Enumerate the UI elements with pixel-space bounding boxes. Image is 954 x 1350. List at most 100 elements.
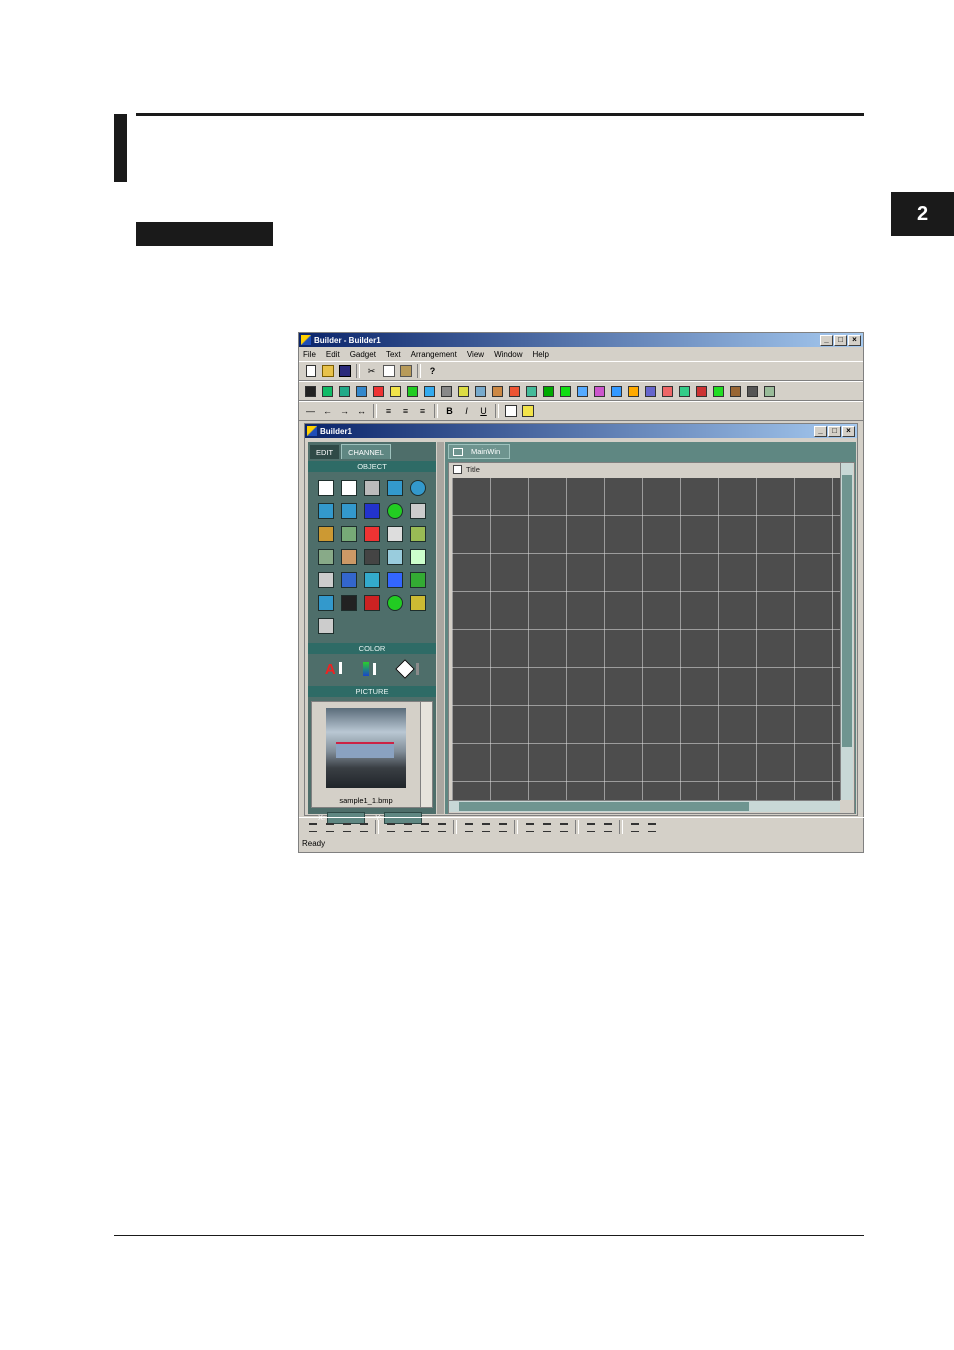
numeric-icon[interactable] [524, 384, 539, 398]
same-width-icon[interactable] [627, 820, 642, 834]
color-button-icon[interactable] [677, 384, 692, 398]
close-button[interactable]: × [848, 334, 861, 346]
graph-icon[interactable] [575, 384, 590, 398]
rect-icon[interactable] [354, 384, 369, 398]
multi-2-icon[interactable] [360, 568, 383, 591]
bar-icon[interactable] [314, 522, 337, 545]
align-right-icon[interactable] [495, 820, 510, 834]
line-icon[interactable] [337, 384, 352, 398]
minimize-button[interactable]: _ [820, 334, 833, 346]
multi-3-icon[interactable] [383, 568, 406, 591]
cut-icon[interactable]: ✂ [364, 364, 379, 378]
arrow-left-icon[interactable]: ← [320, 404, 335, 418]
pointer-icon[interactable] [314, 476, 337, 499]
paste-icon[interactable] [398, 364, 413, 378]
image-icon[interactable] [406, 545, 429, 568]
ellipse-icon[interactable] [406, 476, 429, 499]
menu-gadget[interactable]: Gadget [350, 350, 376, 359]
bitmap-icon[interactable] [422, 384, 437, 398]
indicator-icon[interactable] [711, 384, 726, 398]
menu-text[interactable]: Text [386, 350, 401, 359]
align-top-icon[interactable] [305, 820, 320, 834]
lamp-green-icon[interactable] [383, 591, 406, 614]
button-icon[interactable] [660, 384, 675, 398]
meter-icon[interactable] [337, 522, 360, 545]
polygon-icon[interactable] [405, 384, 420, 398]
align-middle-icon[interactable] [322, 820, 337, 834]
arc-icon[interactable] [388, 384, 403, 398]
menu-view[interactable]: View [467, 350, 484, 359]
distribute-center-icon[interactable] [539, 820, 554, 834]
inner-titlebar[interactable]: Builder1 _ □ × [305, 424, 857, 438]
lamp-icon[interactable] [383, 499, 406, 522]
new-icon[interactable] [303, 364, 318, 378]
alarm-icon[interactable] [728, 384, 743, 398]
tab-channel[interactable]: CHANNEL [341, 444, 391, 459]
label-icon[interactable] [337, 545, 360, 568]
inner-close-button[interactable]: × [842, 425, 855, 437]
ungroup-icon[interactable] [400, 820, 415, 834]
align-base-icon[interactable] [356, 820, 371, 834]
align-hcenter-icon[interactable] [478, 820, 493, 834]
same-height-icon[interactable] [644, 820, 659, 834]
pointer-icon[interactable] [303, 384, 318, 398]
multi-1-icon[interactable] [337, 568, 360, 591]
digital-icon[interactable] [456, 384, 471, 398]
fill-color-icon[interactable] [395, 659, 420, 679]
grid-icon[interactable] [592, 384, 607, 398]
help-icon[interactable]: ? [425, 364, 440, 378]
quarter-icon[interactable] [314, 499, 337, 522]
panel-splitter[interactable] [437, 442, 444, 814]
picture-scrollbar[interactable] [420, 702, 432, 807]
italic-icon[interactable]: I [459, 404, 474, 418]
app-titlebar[interactable]: Builder - Builder1 _ □ × [299, 333, 863, 347]
distribute-bottom-icon[interactable] [556, 820, 571, 834]
image-icon[interactable] [609, 384, 624, 398]
inner-minimize-button[interactable]: _ [814, 425, 827, 437]
tab-mainwin[interactable]: MainWin [448, 444, 510, 459]
line-icon[interactable] [360, 476, 383, 499]
align-left-icon[interactable] [461, 820, 476, 834]
canvas-vertical-scrollbar[interactable] [840, 463, 853, 800]
menu-file[interactable]: File [303, 350, 316, 359]
ellipse-icon[interactable] [371, 384, 386, 398]
panel-icon[interactable] [337, 591, 360, 614]
sector-icon[interactable] [337, 499, 360, 522]
arc-meter-icon[interactable] [383, 545, 406, 568]
doc-titlebar[interactable]: Title [449, 463, 854, 475]
thermo-icon[interactable] [360, 522, 383, 545]
menu-help[interactable]: Help [533, 350, 549, 359]
line-style-icon[interactable]: — [303, 404, 318, 418]
digital-icon[interactable] [406, 499, 429, 522]
lock-icon[interactable] [417, 820, 432, 834]
chart-icon[interactable] [406, 591, 429, 614]
distribute-top-icon[interactable] [522, 820, 537, 834]
rect-icon[interactable] [383, 476, 406, 499]
alarm-icon[interactable] [360, 591, 383, 614]
menu-arrangement[interactable]: Arrangement [411, 350, 457, 359]
text-A-icon[interactable] [337, 476, 360, 499]
canvas-horizontal-scrollbar[interactable] [449, 800, 840, 812]
menu-window[interactable]: Window [494, 350, 522, 359]
maximize-button[interactable]: □ [834, 334, 847, 346]
align-left-icon[interactable]: ≡ [381, 404, 396, 418]
inner-maximize-button[interactable]: □ [828, 425, 841, 437]
copy-icon[interactable] [381, 364, 396, 378]
bar-icon[interactable] [473, 384, 488, 398]
open-icon[interactable] [320, 364, 335, 378]
tab-edit[interactable]: EDIT [310, 445, 340, 459]
arrow-both-icon[interactable]: ↔ [354, 404, 369, 418]
table-icon[interactable] [314, 614, 337, 637]
wave-icon[interactable] [360, 545, 383, 568]
lamp-icon[interactable] [745, 384, 760, 398]
display-icon[interactable] [314, 591, 337, 614]
chart-icon[interactable] [558, 384, 573, 398]
bring-front-icon[interactable] [503, 404, 518, 418]
table-icon[interactable] [762, 384, 777, 398]
line-color-icon[interactable] [363, 662, 377, 676]
arrow-right-icon[interactable]: → [337, 404, 352, 418]
meter-icon[interactable] [490, 384, 505, 398]
menu-edit[interactable]: Edit [326, 350, 340, 359]
btn-icon[interactable] [314, 568, 337, 591]
send-back-icon[interactable] [520, 404, 535, 418]
